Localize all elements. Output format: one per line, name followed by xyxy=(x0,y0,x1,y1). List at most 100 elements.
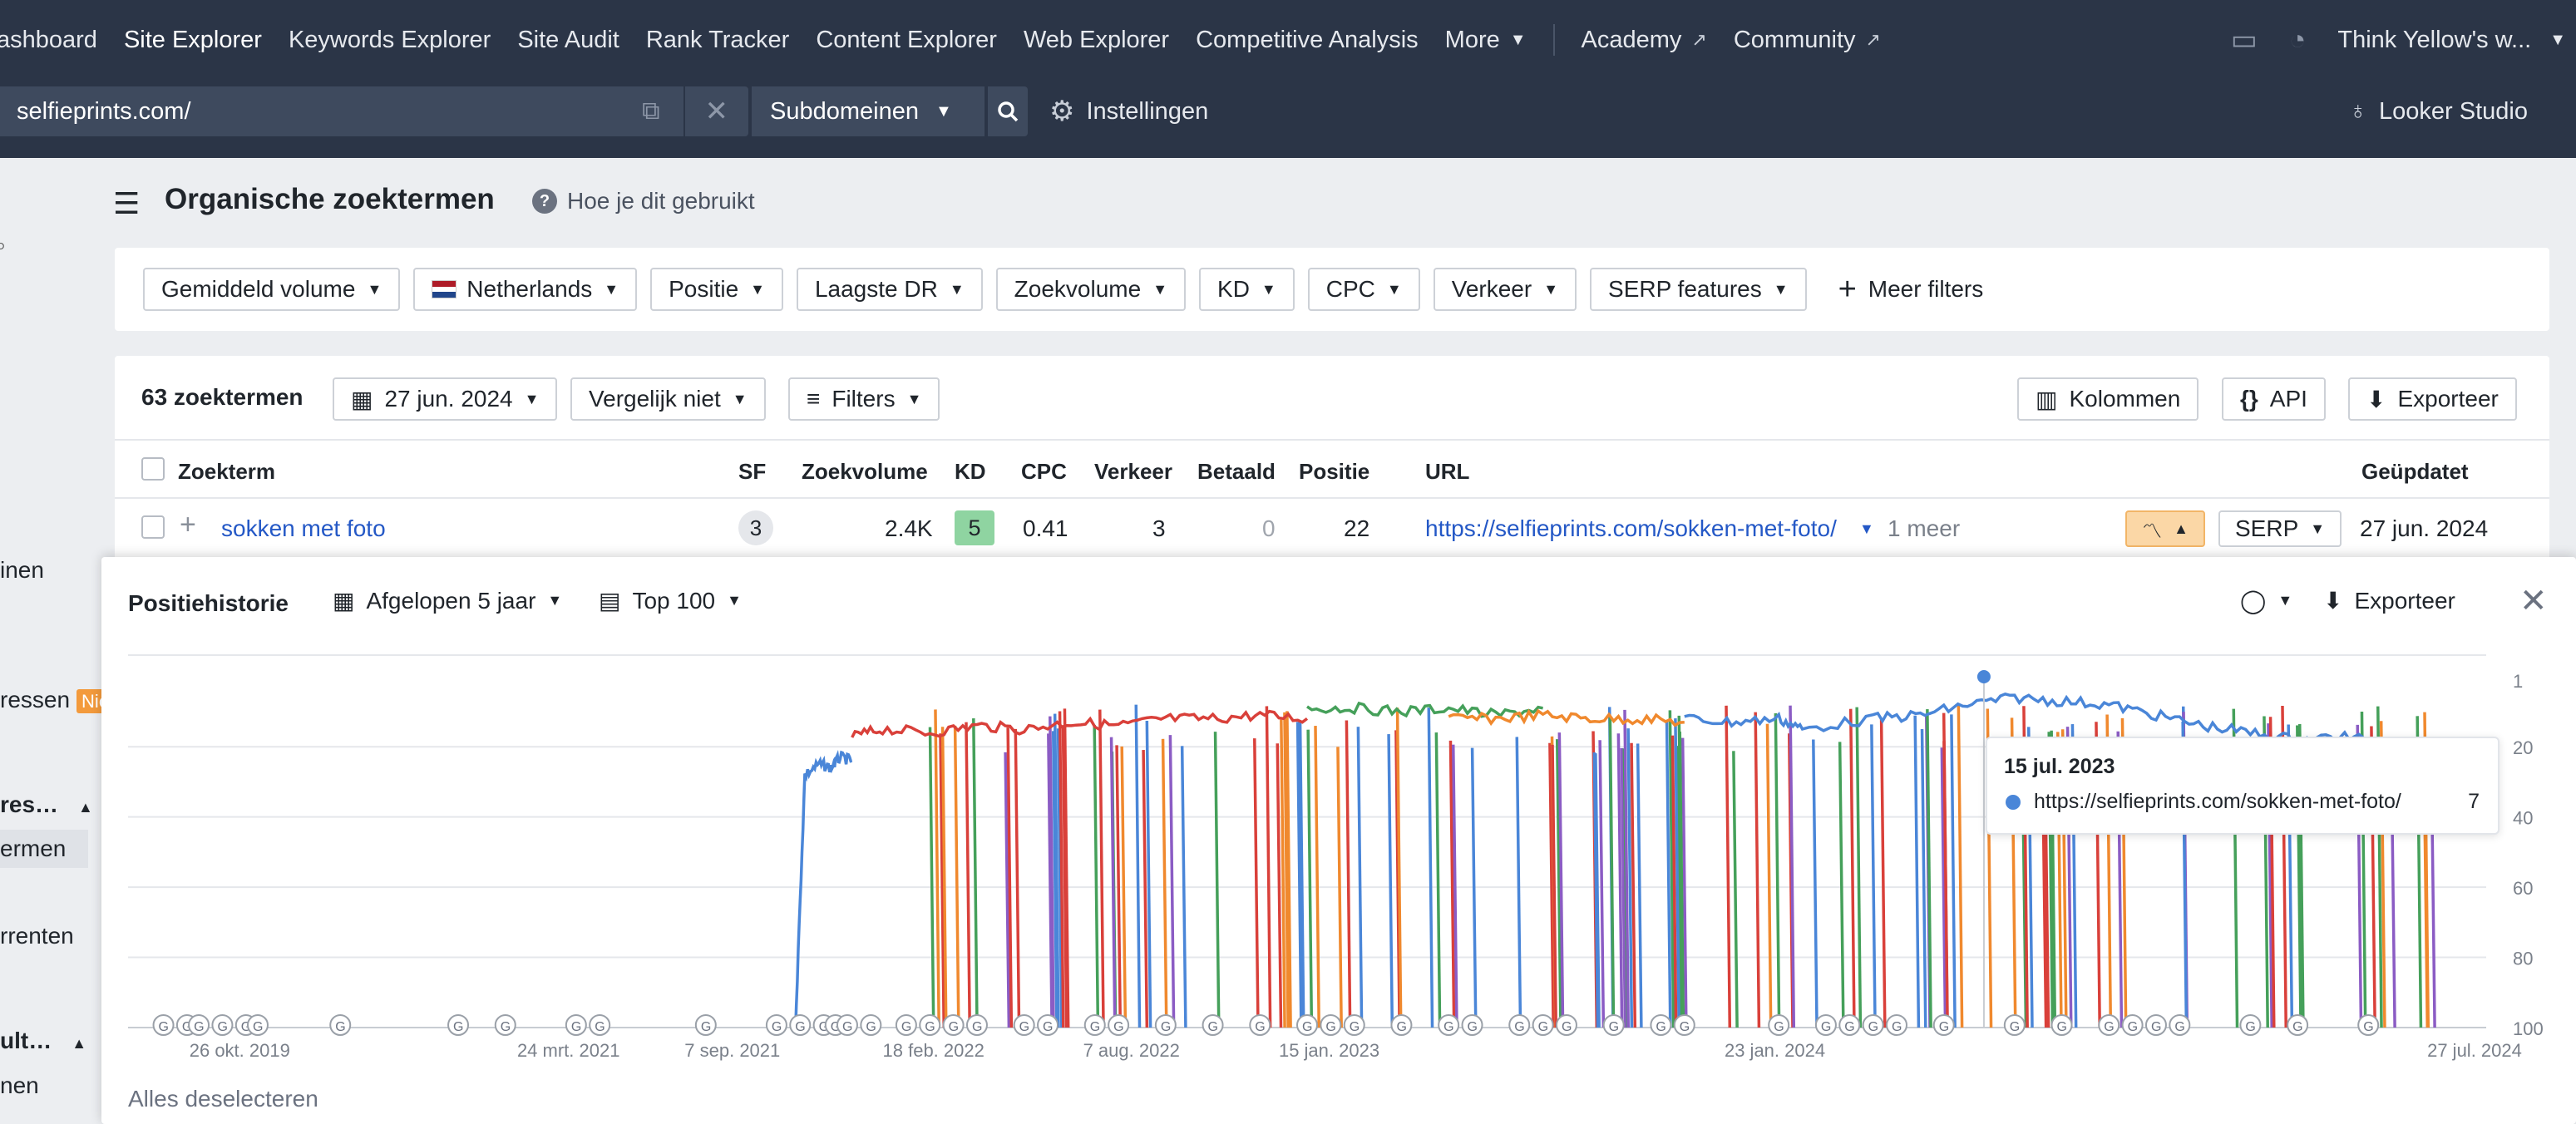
x-tick-label: 26 okt. 2019 xyxy=(190,1040,290,1061)
series-line xyxy=(1448,708,1685,727)
google-update-label: G xyxy=(2151,1020,2161,1034)
chart-tooltip: 15 jul. 2023 https://selfieprints.com/so… xyxy=(1986,737,2500,835)
series-drop-line xyxy=(1134,704,1142,1028)
google-update-label: G xyxy=(1680,1020,1690,1034)
series-drop-line xyxy=(953,725,960,1028)
x-tick-label: 7 sep. 2021 xyxy=(684,1040,780,1061)
google-update-label: G xyxy=(1302,1020,1312,1034)
y-tick-label: 100 xyxy=(2513,1018,2544,1039)
google-update-label: G xyxy=(1208,1020,1218,1034)
hover-point xyxy=(1976,670,1991,683)
series-drop-line xyxy=(1515,737,1522,1028)
x-tick-label: 27 jul. 2024 xyxy=(2427,1040,2522,1061)
series-drop-line xyxy=(1838,742,1845,1028)
series-drop-line xyxy=(1093,725,1100,1028)
tooltip-value: 7 xyxy=(2468,790,2480,813)
series-drop-line xyxy=(1014,728,1021,1028)
google-update-label: G xyxy=(453,1020,463,1034)
series-drop-line xyxy=(1306,729,1314,1028)
google-update-label: G xyxy=(1019,1020,1029,1034)
google-update-label: G xyxy=(2057,1020,2067,1034)
series-drop-line xyxy=(972,718,979,1028)
google-update-label: G xyxy=(972,1020,982,1034)
google-update-label: G xyxy=(1468,1020,1478,1034)
series-drop-line xyxy=(1427,707,1434,1028)
google-update-label: G xyxy=(2128,1020,2138,1034)
series-drop-line xyxy=(1180,746,1187,1028)
google-update-label: G xyxy=(2363,1020,2373,1034)
series-drop-line xyxy=(1387,734,1394,1028)
google-update-label: G xyxy=(194,1020,204,1034)
google-update-label: G xyxy=(2104,1020,2114,1034)
series-drop-line xyxy=(1725,705,1732,1028)
google-update-label: G xyxy=(1443,1020,1453,1034)
series-drop-line xyxy=(1265,706,1272,1028)
google-update-label: G xyxy=(571,1020,581,1034)
series-drop-line xyxy=(1765,723,1773,1028)
series-drop-line xyxy=(965,722,971,1028)
series-drop-line xyxy=(1276,743,1283,1028)
series-drop-line xyxy=(1253,738,1260,1028)
google-update-label: G xyxy=(1161,1020,1171,1034)
google-update-label: G xyxy=(1609,1020,1619,1034)
series-drop-line xyxy=(1168,735,1176,1028)
google-update-label: G xyxy=(1844,1020,1854,1034)
series-drop-line xyxy=(1336,747,1343,1028)
google-update-label: G xyxy=(253,1020,263,1034)
series-drop-line xyxy=(1754,712,1761,1028)
google-update-label: G xyxy=(1656,1020,1666,1034)
google-update-label: G xyxy=(217,1020,227,1034)
google-update-label: G xyxy=(1868,1020,1878,1034)
google-update-label: G xyxy=(866,1020,876,1034)
x-tick-label: 7 aug. 2022 xyxy=(1083,1040,1180,1061)
google-update-label: G xyxy=(2010,1020,2020,1034)
series-drop-line xyxy=(1470,747,1478,1028)
series-dot xyxy=(2006,795,2021,810)
series-drop-line xyxy=(1870,724,1877,1028)
google-update-label: G xyxy=(925,1020,935,1034)
series-drop-line xyxy=(1855,707,1863,1028)
google-update-label: G xyxy=(949,1020,959,1034)
y-tick-label: 60 xyxy=(2513,878,2533,899)
x-tick-label: 15 jan. 2023 xyxy=(1279,1040,1379,1061)
google-update-label: G xyxy=(901,1020,911,1034)
series-drop-line xyxy=(1161,738,1168,1028)
google-update-label: G xyxy=(795,1020,805,1034)
google-update-label: G xyxy=(2245,1020,2255,1034)
x-tick-label: 24 mrt. 2021 xyxy=(517,1040,620,1061)
series-drop-line xyxy=(1109,737,1117,1028)
series-drop-line xyxy=(934,709,940,1028)
y-tick-label: 40 xyxy=(2513,808,2533,829)
series-drop-line xyxy=(1732,751,1739,1028)
google-update-label: G xyxy=(1255,1020,1265,1034)
google-update-label: G xyxy=(1325,1020,1335,1034)
y-tick-label: 1 xyxy=(2513,671,2523,692)
series-drop-line xyxy=(1926,709,1932,1028)
google-update-label: G xyxy=(1113,1020,1123,1034)
y-tick-label: 20 xyxy=(2513,737,2533,758)
series-drop-line xyxy=(1848,708,1856,1028)
google-update-label: G xyxy=(1396,1020,1406,1034)
series-drop-line xyxy=(1920,729,1927,1028)
google-update-label: G xyxy=(1514,1020,1524,1034)
series-line xyxy=(851,709,1309,738)
google-update-label: G xyxy=(1538,1020,1548,1034)
google-update-label: G xyxy=(1892,1020,1902,1034)
series-drop-line xyxy=(1608,717,1616,1028)
google-update-label: G xyxy=(772,1020,782,1034)
position-history-chart[interactable]: 1 20 40 60 80 100 26 okt. 2019 24 mrt. 2021 7 se… xyxy=(0,0,2576,1124)
google-update-label: G xyxy=(1562,1020,1572,1034)
x-tick-label: 23 jan. 2024 xyxy=(1725,1040,1825,1061)
tooltip-date: 15 jul. 2023 xyxy=(2004,755,2115,778)
series-drop-line xyxy=(1950,714,1957,1028)
series-drop-line xyxy=(1098,709,1105,1028)
series-drop-line xyxy=(1774,712,1781,1028)
series-drop-line xyxy=(1812,739,1818,1028)
series-drop-line xyxy=(1213,732,1221,1028)
series-drop-line xyxy=(1115,745,1123,1028)
google-update-label: G xyxy=(701,1020,711,1034)
series-drop-line xyxy=(1598,740,1606,1028)
google-update-label: G xyxy=(335,1020,345,1034)
google-update-label: G xyxy=(1821,1020,1831,1034)
series-drop-line xyxy=(1879,719,1887,1028)
